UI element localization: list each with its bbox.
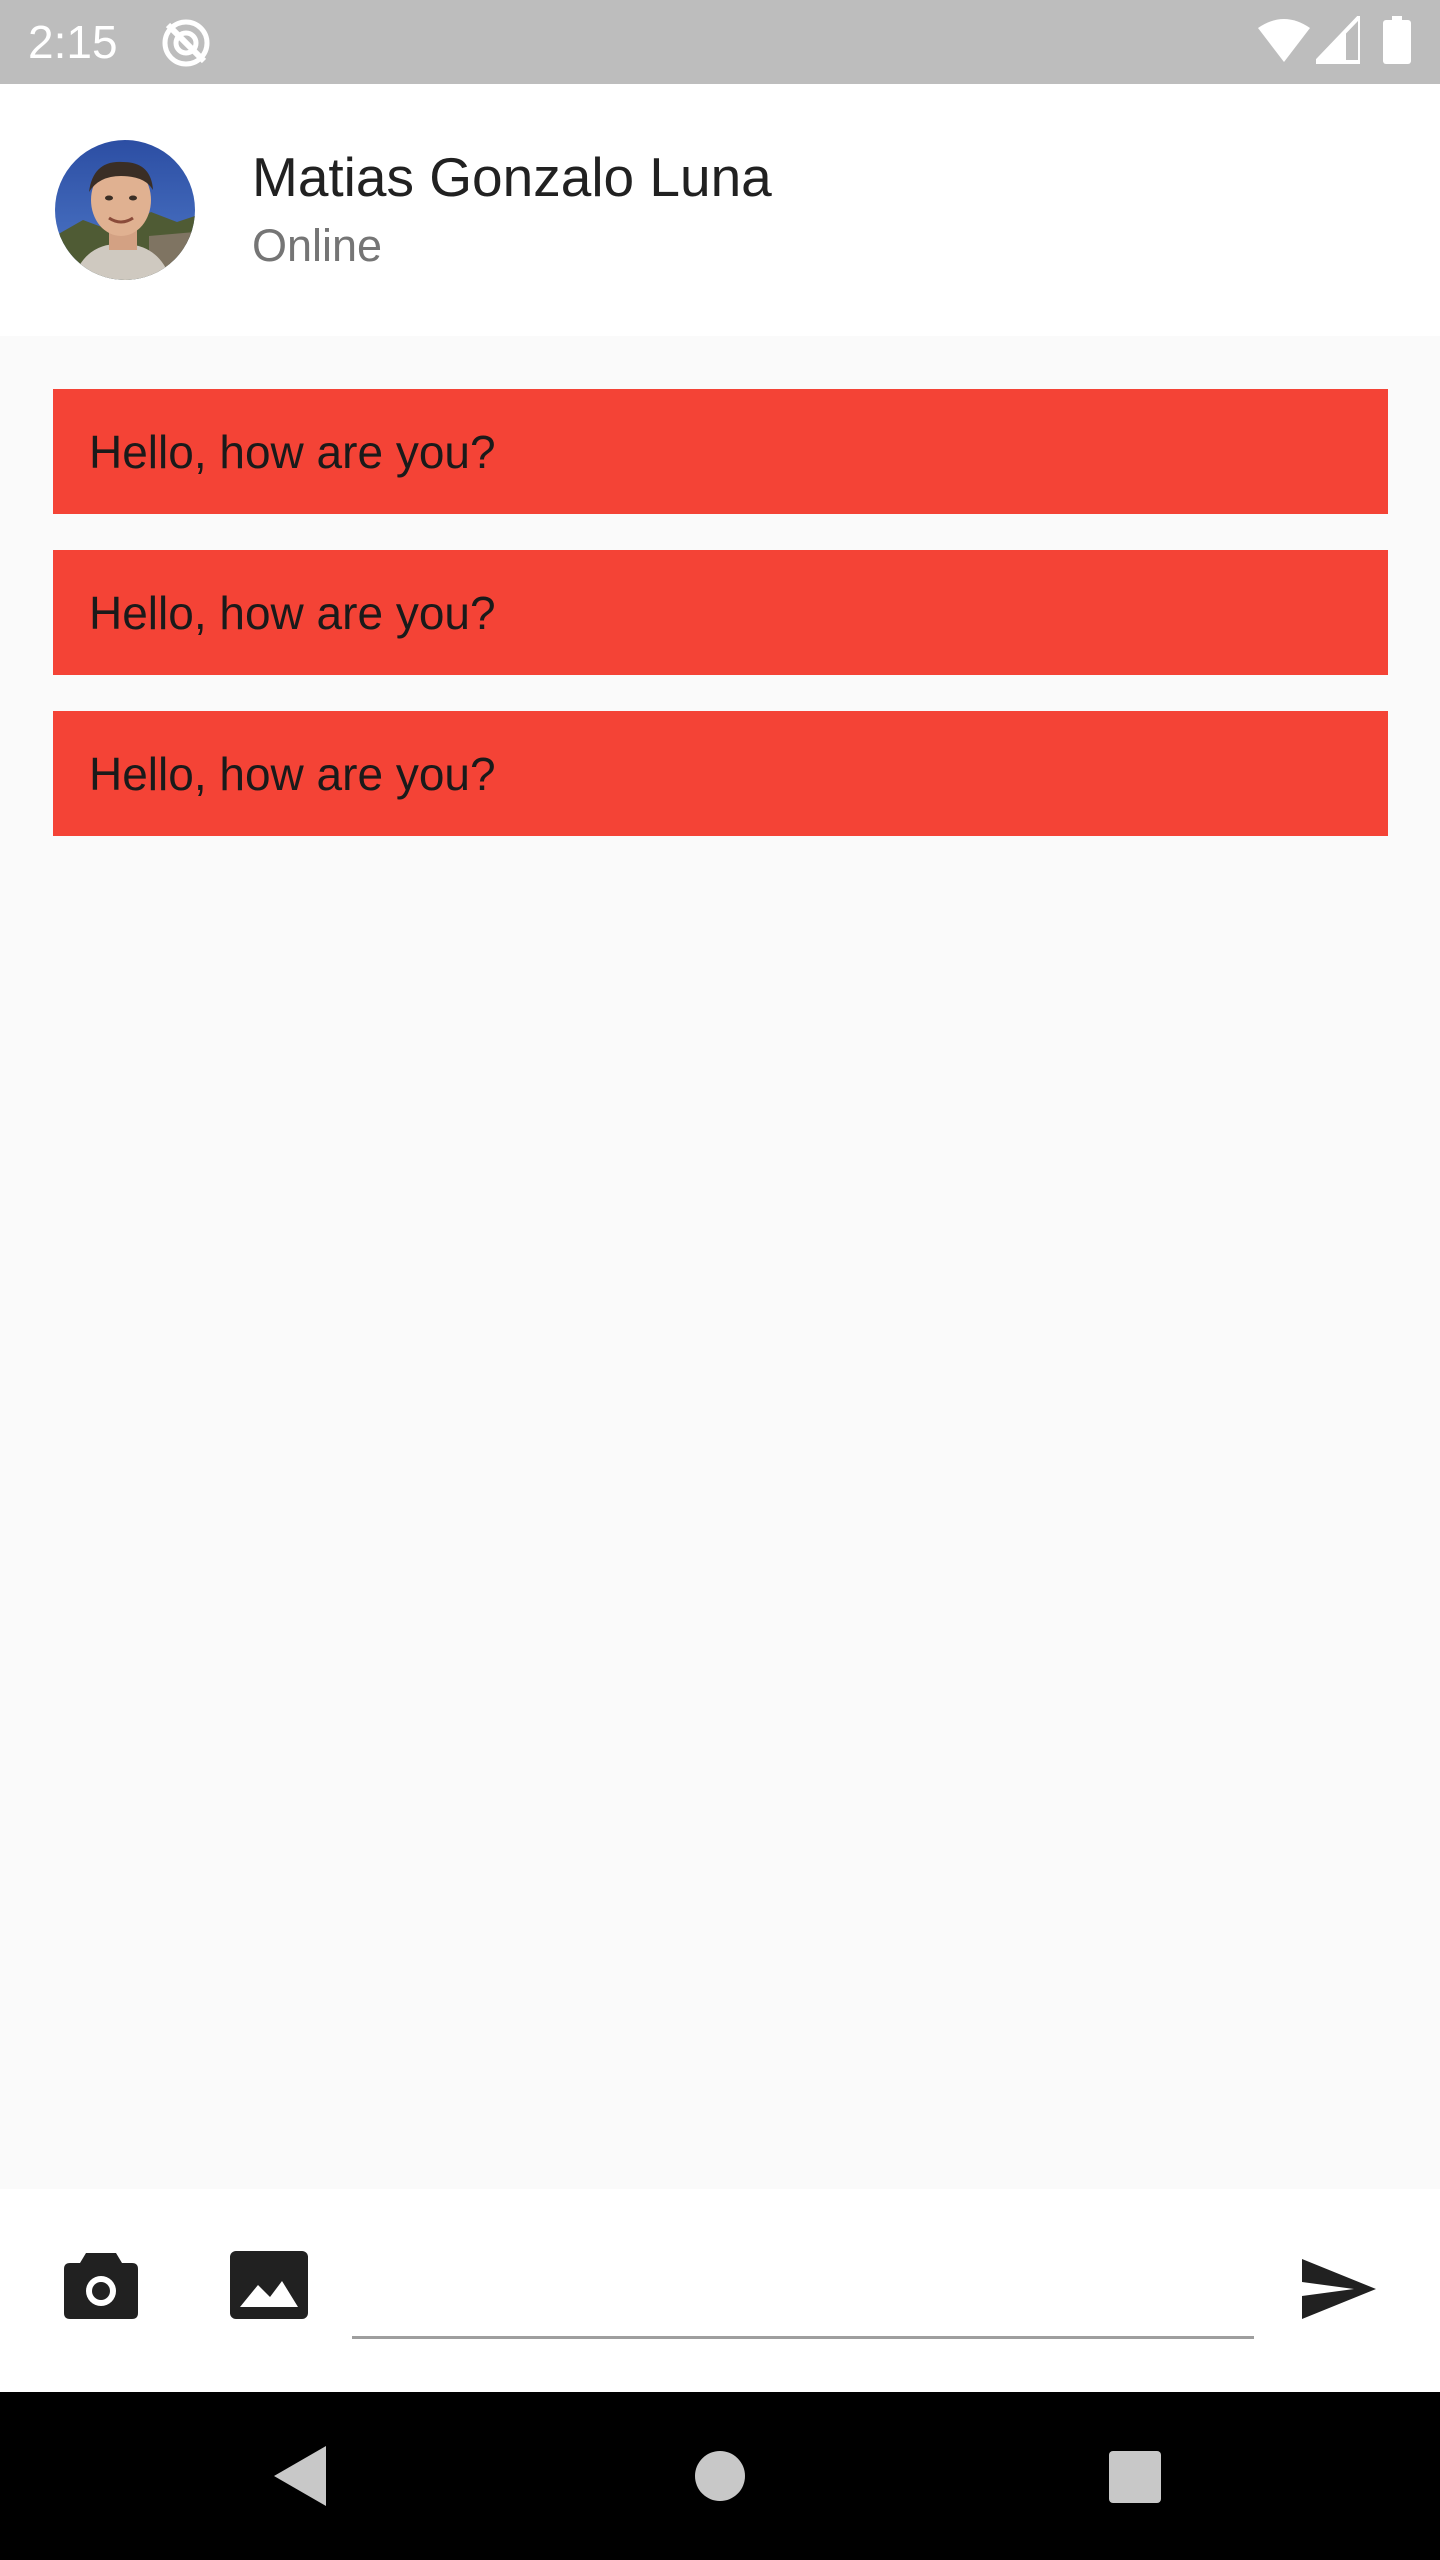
sync-disabled-icon: [160, 17, 212, 69]
status-time: 2:15: [28, 16, 118, 68]
gallery-button[interactable]: [228, 2249, 310, 2321]
contact-status: Online: [252, 220, 383, 271]
message-input[interactable]: [352, 2229, 1254, 2339]
send-button[interactable]: [1300, 2257, 1378, 2321]
message-text: Hello, how are you?: [89, 586, 496, 639]
message-bubble[interactable]: Hello, how are you?: [53, 550, 1388, 675]
message-text: Hello, how are you?: [89, 747, 496, 800]
send-icon: [1300, 2257, 1378, 2321]
message-text: Hello, how are you?: [89, 425, 496, 478]
navigation-bar: [0, 2392, 1440, 2560]
back-icon: [272, 2444, 328, 2508]
battery-icon: [1383, 16, 1411, 64]
back-button[interactable]: [272, 2444, 328, 2508]
home-icon: [694, 2450, 746, 2502]
message-bubble[interactable]: Hello, how are you?: [53, 389, 1388, 514]
image-icon: [228, 2249, 310, 2321]
message-input-bar: [0, 2189, 1440, 2392]
home-button[interactable]: [694, 2450, 746, 2502]
recents-button[interactable]: [1108, 2450, 1162, 2504]
avatar[interactable]: [55, 140, 195, 280]
wifi-icon: [1258, 18, 1310, 64]
camera-icon: [62, 2251, 140, 2321]
status-bar: 2:15: [0, 0, 1440, 84]
camera-button[interactable]: [62, 2251, 140, 2321]
chat-header: Matias Gonzalo Luna Online: [0, 84, 1440, 336]
signal-icon: [1316, 16, 1360, 64]
message-list[interactable]: Hello, how are you? Hello, how are you? …: [0, 336, 1440, 2189]
contact-name: Matias Gonzalo Luna: [252, 146, 772, 208]
recents-icon: [1108, 2450, 1162, 2504]
message-bubble[interactable]: Hello, how are you?: [53, 711, 1388, 836]
